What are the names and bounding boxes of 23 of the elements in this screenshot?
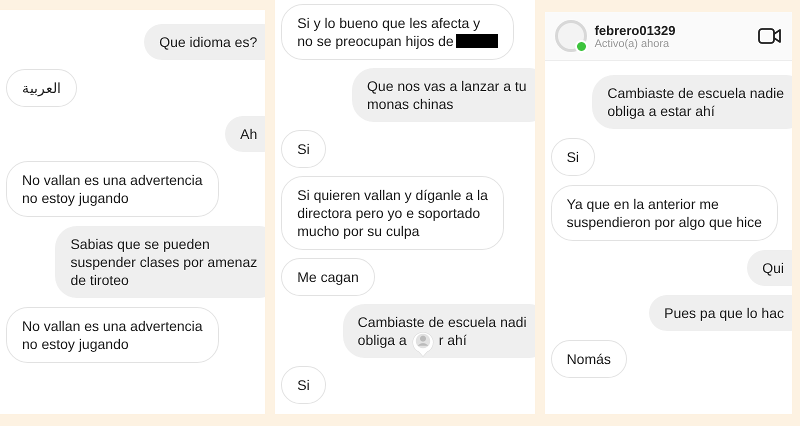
- contact-status: Activo(a) ahora: [594, 38, 670, 50]
- message-bubble: Nomás: [550, 340, 627, 378]
- message-bubble: No vallan es una advertencia no estoy jugando: [6, 307, 219, 363]
- message-bubble: Cambiaste de escuela nadi obliga a r ahí: [342, 304, 535, 358]
- message-bubble: العربية: [6, 69, 77, 107]
- message-bubble: Que idioma es?: [144, 24, 266, 60]
- message-bubble: Ah: [225, 116, 266, 152]
- contact-name: febrero01329: [594, 22, 677, 38]
- avatar-pin-icon: [410, 330, 435, 358]
- video-camera-icon[interactable]: [758, 27, 782, 45]
- message-bubble: Si: [550, 138, 596, 176]
- message-bubble: Me cagan: [281, 258, 375, 296]
- message-bubble: Si: [281, 130, 326, 168]
- message-bubble: Qui: [747, 250, 792, 286]
- message-bubble: Si: [281, 366, 326, 404]
- message-bubble: Si y lo bueno que les afecta y no se preocupan hijos de: [281, 4, 514, 60]
- message-bubble: Sabias que se pueden suspender clases por amenaz de tiroteo: [55, 226, 266, 298]
- message-bubble: Que nos vas a lanzar a tu monas chinas: [352, 68, 535, 122]
- message-bubble: Si quieren vallan y díganle a la directora pero yo e soportado mucho por su culpa: [281, 176, 504, 250]
- message-bubble: Cambiaste de escuela nadie obliga a estar ahí: [592, 75, 792, 129]
- message-bubble: Ya que en la anterior me suspendieron por algo que hice: [550, 185, 778, 241]
- message-bubble: No vallan es una advertencia no estoy jugando: [6, 161, 219, 217]
- message-bubble: Pues pa que lo hac: [649, 295, 792, 331]
